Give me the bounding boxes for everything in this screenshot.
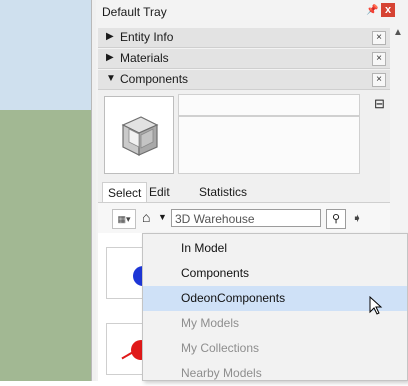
navigate-forward-icon[interactable]: ➧ [352, 211, 362, 225]
collapse-arrow-icon[interactable]: ▶ [106, 52, 114, 63]
menu-item-my-models[interactable]: My Models [143, 311, 407, 336]
viewport-sky [0, 0, 96, 110]
menu-item-nearby-models[interactable]: Nearby Models [143, 361, 407, 386]
section-entity-info[interactable]: ▶ Entity Info × [98, 28, 390, 48]
expand-arrow-icon[interactable]: ▼ [106, 73, 116, 84]
result-thumbnail[interactable] [106, 247, 144, 299]
tray-title-bar: Default Tray 📌 x [96, 0, 408, 22]
collapse-arrow-icon[interactable]: ▶ [106, 31, 114, 42]
model-viewport[interactable] [0, 0, 96, 381]
section-label: Components [120, 72, 189, 86]
section-label: Entity Info [120, 30, 174, 44]
section-components[interactable]: ▼ Components × [98, 70, 390, 90]
view-options-icon[interactable]: ▦▾ [112, 209, 136, 229]
close-section-icon[interactable]: × [372, 52, 386, 66]
menu-item-my-collections[interactable]: My Collections [143, 336, 407, 361]
components-toolbar: ▦▾ ⌂ ▼ 3D Warehouse ⚲ ➧ [98, 203, 390, 233]
section-materials[interactable]: ▶ Materials × [98, 49, 390, 69]
component-name-field[interactable] [178, 94, 360, 116]
section-label: Materials [120, 51, 169, 65]
tray-close-button[interactable]: x [381, 3, 395, 17]
close-section-icon[interactable]: × [372, 31, 386, 45]
tray-title: Default Tray [102, 5, 167, 19]
menu-item-odeon-components[interactable]: OdeonComponents [143, 286, 407, 311]
result-thumbnail[interactable] [106, 323, 144, 375]
tab-edit[interactable]: Edit [144, 182, 175, 202]
close-section-icon[interactable]: × [372, 73, 386, 87]
mouse-cursor-icon [369, 296, 383, 315]
search-input[interactable]: 3D Warehouse [171, 209, 321, 227]
scroll-up-icon[interactable]: ▲ [393, 27, 403, 38]
chevron-down-icon[interactable]: ▼ [158, 212, 167, 222]
details-toggle-icon[interactable]: ⊟ [374, 96, 385, 112]
search-icon[interactable]: ⚲ [326, 209, 346, 229]
menu-item-in-model[interactable]: In Model [143, 236, 407, 261]
collections-dropdown: In Model Components OdeonComponents My M… [142, 233, 408, 381]
cube-icon [121, 116, 159, 156]
component-description-field[interactable] [178, 116, 360, 174]
house-icon[interactable]: ⌂ [142, 209, 150, 225]
pin-icon[interactable]: 📌 [366, 5, 378, 16]
viewport-ground [0, 110, 96, 381]
menu-item-components[interactable]: Components [143, 261, 407, 286]
component-thumbnail [104, 96, 174, 174]
tab-select[interactable]: Select [102, 182, 148, 202]
tab-statistics[interactable]: Statistics [194, 182, 252, 202]
